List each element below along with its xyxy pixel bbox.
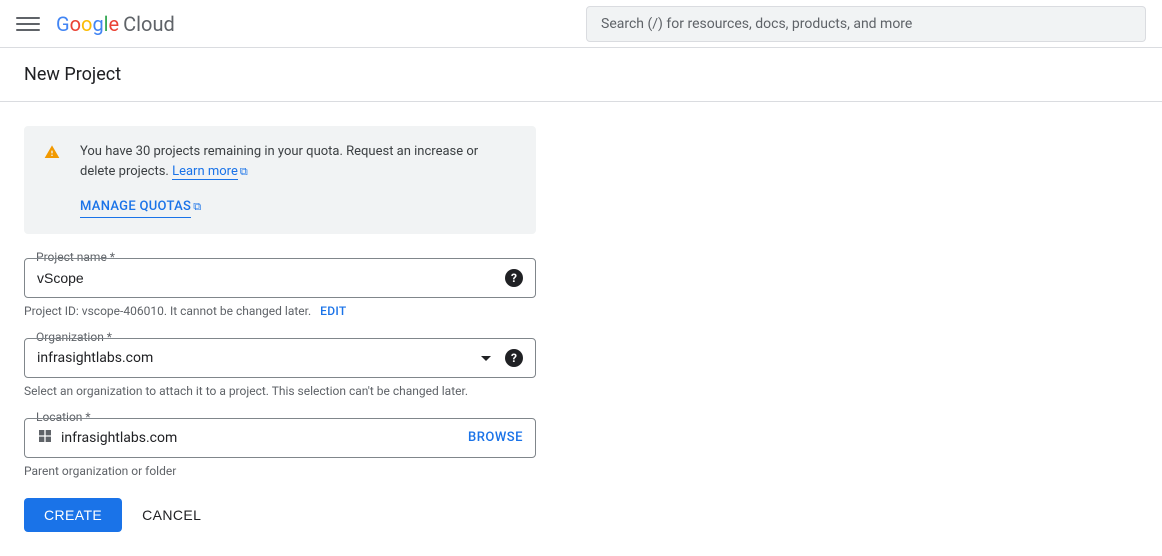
notice-body: You have 30 projects remaining in your q… [80,142,516,218]
notice-text: You have 30 projects remaining in your q… [80,144,478,179]
create-button[interactable]: CREATE [24,498,122,532]
location-helper: Parent organization or folder [24,464,536,478]
organization-icon [37,428,53,448]
organization-value: infrasightlabs.com [37,350,481,366]
hamburger-menu-icon[interactable] [16,12,40,36]
logo-cloud-text: Cloud [123,12,175,36]
help-icon[interactable]: ? [505,349,523,367]
location-field: Location * infrasightlabs.com BROWSE [24,418,536,458]
warning-icon [44,144,60,218]
search-input[interactable]: Search (/) for resources, docs, products… [586,6,1146,42]
cancel-button[interactable]: CANCEL [142,507,201,523]
title-bar: New Project [0,48,1162,102]
page-title: New Project [24,64,1138,85]
external-link-icon: ⧉ [240,165,248,178]
external-link-icon: ⧉ [193,200,201,213]
organization-field: Organization * infrasightlabs.com ? [24,338,536,378]
project-name-input[interactable] [37,270,505,286]
browse-button[interactable]: BROWSE [468,430,523,445]
google-cloud-logo[interactable]: Google Cloud [56,12,175,36]
manage-quotas-link[interactable]: MANAGE QUOTAS [80,197,191,218]
quota-notice: You have 30 projects remaining in your q… [24,126,536,234]
project-name-field: Project name * ? [24,258,536,298]
action-row: CREATE CANCEL [24,498,536,532]
chevron-down-icon [481,350,491,365]
top-header: Google Cloud Search (/) for resources, d… [0,0,1162,48]
location-value: infrasightlabs.com [61,430,468,446]
help-icon[interactable]: ? [505,269,523,287]
project-id-helper: Project ID: vscope-406010. It cannot be … [24,304,536,318]
edit-project-id-link[interactable]: EDIT [320,304,346,318]
organization-helper: Select an organization to attach it to a… [24,384,536,398]
search-placeholder: Search (/) for resources, docs, products… [601,16,912,32]
main-content: You have 30 projects remaining in your q… [0,102,560,556]
learn-more-link[interactable]: Learn more [172,164,238,180]
organization-select[interactable]: infrasightlabs.com ? [24,338,536,378]
